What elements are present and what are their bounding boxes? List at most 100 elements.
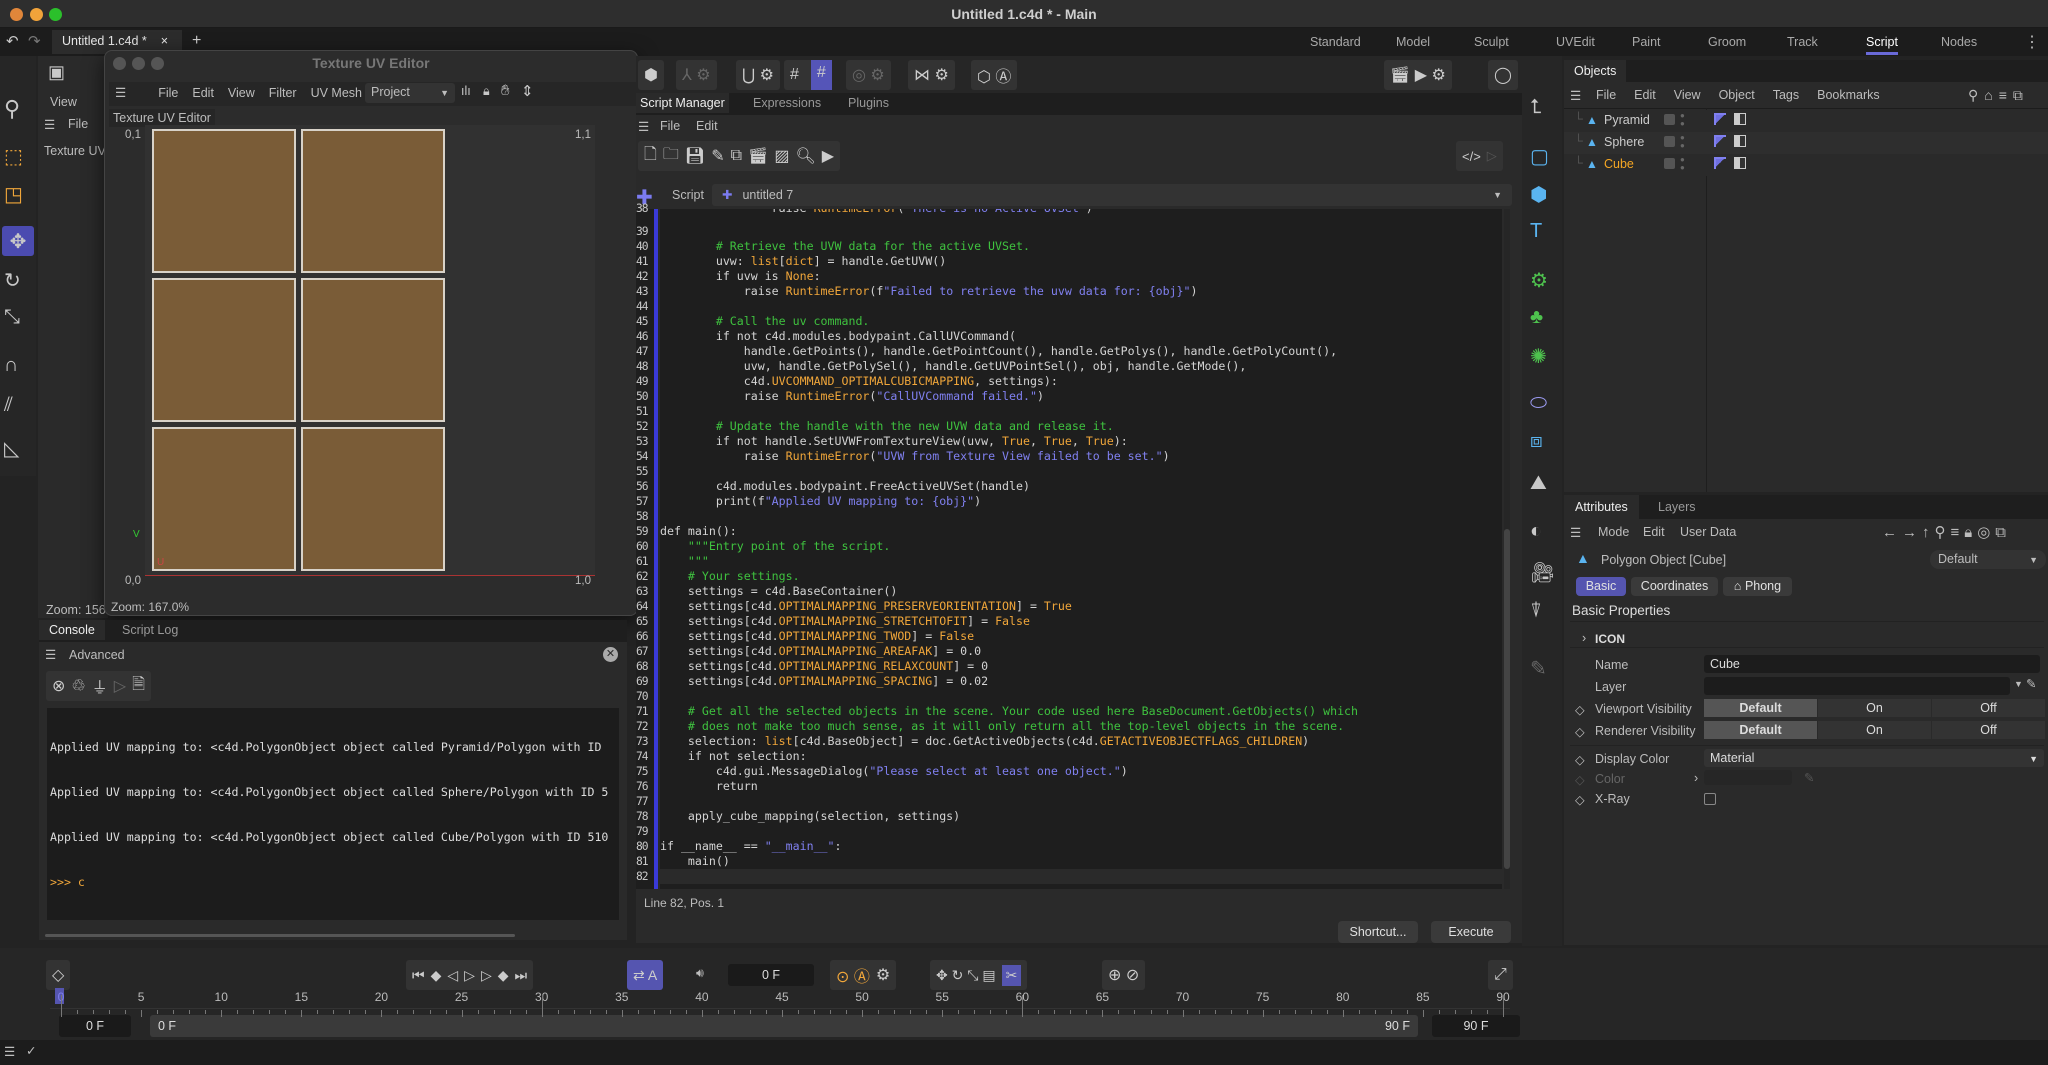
code-icon[interactable]: </> (1462, 149, 1481, 164)
symmetry-button[interactable]: ⋈ ⚙ (908, 60, 955, 90)
display-color-dropdown[interactable]: Material ▼ (1704, 749, 2044, 767)
search-icon[interactable]: ⚲ (4, 96, 20, 122)
key-mode-buttons[interactable]: ✥ ↻ ⤡ ▤ ✂ (930, 960, 1028, 990)
keyframe-diamond-icon[interactable]: ◇ (1575, 702, 1585, 717)
renderer-visibility-default[interactable]: Default (1704, 721, 1817, 739)
prev-key-icon[interactable]: ◆ (431, 967, 442, 984)
more-options-icon[interactable]: ⋮ (2024, 32, 2040, 52)
prev-frame-icon[interactable]: ◁ (447, 967, 458, 984)
renderer-visibility-off[interactable]: Off (1932, 721, 2045, 739)
tab-layout-uvedit[interactable]: UVEdit (1556, 35, 1595, 49)
view-menu[interactable]: View (50, 95, 77, 109)
code-line[interactable]: """Entry point of the script. (660, 539, 890, 554)
plane-icon[interactable]: ◺ (4, 436, 19, 461)
uv-island[interactable] (301, 278, 445, 422)
magnet-icon[interactable]: ∩ (4, 354, 18, 377)
tab-layout-model[interactable]: Model (1396, 35, 1430, 49)
hamburger-icon[interactable]: ☰ (1570, 88, 1581, 103)
next-frame-icon[interactable]: ▷ (481, 967, 492, 984)
edit-menu[interactable]: Edit (696, 119, 718, 133)
shortcut-button[interactable]: Shortcut... (1338, 921, 1418, 943)
code-line[interactable]: if __name__ == "__main__": (660, 839, 842, 854)
loop-button[interactable]: ⇄ A (627, 960, 664, 990)
end-frame-field[interactable]: 90 F (1432, 1015, 1520, 1037)
uv-island[interactable] (301, 129, 445, 273)
run-icon[interactable]: ▷ (1487, 148, 1497, 164)
tab-script-log[interactable]: Script Log (122, 623, 178, 637)
hamburger-icon[interactable]: ☰ (115, 86, 126, 100)
recycle-icon[interactable]: ♲ (71, 676, 85, 696)
hamburger-icon[interactable]: ☰ (45, 647, 56, 662)
camera-icon[interactable]: 🎥︎ (1530, 560, 1555, 585)
uv-menu-edit[interactable]: Edit (192, 86, 214, 100)
objects-menu-bookmarks[interactable]: Bookmarks (1817, 88, 1880, 102)
workplane-buttons[interactable]: ⬡ Ⓐ (971, 60, 1018, 90)
tab-layout-groom[interactable]: Groom (1708, 35, 1746, 49)
code-line[interactable]: return (660, 779, 758, 794)
knife-icon[interactable]: ⫽ (4, 394, 13, 417)
keyframe-diamond-icon[interactable]: ◇ (1575, 752, 1585, 767)
code-line[interactable]: selection: list[c4d.BaseObject] = doc.Ge… (660, 734, 1309, 749)
editable-toggle[interactable] (1664, 114, 1675, 125)
move-tool-icon[interactable]: ✥ (2, 226, 34, 256)
panel-tab-texture[interactable]: Texture UV (44, 144, 106, 158)
uv-island[interactable] (301, 427, 445, 571)
hamburger-icon[interactable]: ☰ (44, 117, 55, 132)
layer-field[interactable] (1704, 677, 2010, 695)
file-menu[interactable]: File (68, 117, 88, 131)
sound-icon[interactable]: 🔊︎ (696, 966, 704, 981)
field-icon[interactable]: ⧈ (1530, 430, 1543, 453)
material-tag-icon[interactable] (1734, 113, 1746, 125)
code-line[interactable]: settings = c4d.BaseContainer() (660, 584, 897, 599)
script-select[interactable]: ✚ untitled 7 ▼ (712, 184, 1512, 206)
visibility-dots[interactable]: ● ● (1680, 134, 1685, 150)
code-line[interactable]: print(f"Applied UV mapping to: {obj}") (660, 494, 981, 509)
code-line[interactable]: c4d.modules.bodypaint.FreeActiveUVSet(ha… (660, 479, 1030, 494)
chevron-right-icon[interactable]: › (1694, 771, 1698, 785)
record-buttons[interactable]: ⊙ Ⓐ ⚙ (830, 960, 897, 990)
clapper-icon[interactable]: 🎬︎ (748, 146, 768, 166)
object-row[interactable]: └ ▲ Cube ● ● (1564, 154, 2048, 176)
code-line[interactable]: if not c4d.modules.bodypaint.CallUVComma… (660, 329, 1016, 344)
plug-icon[interactable]: ⏚ (92, 674, 108, 698)
move-vertical-icon[interactable]: ⇕ (521, 82, 534, 100)
tab-layout-track[interactable]: Track (1787, 35, 1818, 49)
uv-menu-view[interactable]: View (228, 86, 255, 100)
objects-tool-icons[interactable]: ⚲⌂≡⧉ (1968, 87, 2029, 104)
code-line[interactable] (660, 869, 1502, 884)
console-scrollbar[interactable] (45, 934, 515, 937)
code-line[interactable]: # Update the handle with the new UVW dat… (660, 419, 1114, 434)
clear-icon[interactable]: ⊗ (52, 676, 65, 696)
deformer-icon[interactable]: ⬭ (1530, 392, 1547, 415)
code-line[interactable]: if not selection: (660, 749, 807, 764)
duplicate-icon[interactable]: ⧉ (731, 147, 742, 165)
object-row[interactable]: └ ▲ Pyramid ● ● (1564, 110, 2048, 132)
hamburger-icon[interactable]: ☰ (4, 1044, 15, 1059)
code-line[interactable]: handle.GetPoints(), handle.GetPointCount… (660, 344, 1337, 359)
pen-icon[interactable]: ✎ (1530, 656, 1547, 681)
generator-icon[interactable]: ⚙ (1530, 268, 1548, 293)
code-line[interactable]: apply_cube_mapping(selection, settings) (660, 809, 960, 824)
code-line[interactable]: settings[c4d.OPTIMALMAPPING_PRESERVEORIE… (660, 599, 1072, 614)
tab-layout-standard[interactable]: Standard (1310, 35, 1361, 49)
mode-menu[interactable]: Mode (1598, 525, 1629, 539)
code-scrollbar[interactable] (1504, 209, 1510, 889)
chevron-right-icon[interactable]: › (1582, 631, 1586, 645)
archive-icon[interactable]: ▣ (48, 62, 65, 83)
editable-toggle[interactable] (1664, 158, 1675, 169)
console-prompt[interactable]: >>> c (50, 875, 616, 890)
objects-menu-view[interactable]: View (1674, 88, 1701, 102)
close-icon[interactable]: ✕ (603, 647, 618, 662)
code-line[interactable]: raise RuntimeError("CallUVCommand failed… (660, 389, 1044, 404)
image-icon[interactable]: ▨ (774, 146, 789, 166)
hamburger-icon[interactable]: ☰ (638, 119, 649, 134)
frame-range-slider[interactable]: 0 F 90 F (150, 1015, 1418, 1037)
tab-script-manager[interactable]: Script Manager (636, 93, 729, 113)
play-icon[interactable]: ▷ (464, 967, 475, 984)
play-icon[interactable]: ▷ (114, 676, 126, 696)
editable-toggle[interactable] (1664, 136, 1675, 147)
console-output[interactable]: Applied UV mapping to: <c4d.PolygonObjec… (47, 708, 619, 920)
grid-icon[interactable]: # (784, 66, 805, 84)
light-icon[interactable]: ⍒ (1530, 600, 1542, 623)
chevron-down-icon[interactable]: ▼ (2014, 679, 2023, 689)
